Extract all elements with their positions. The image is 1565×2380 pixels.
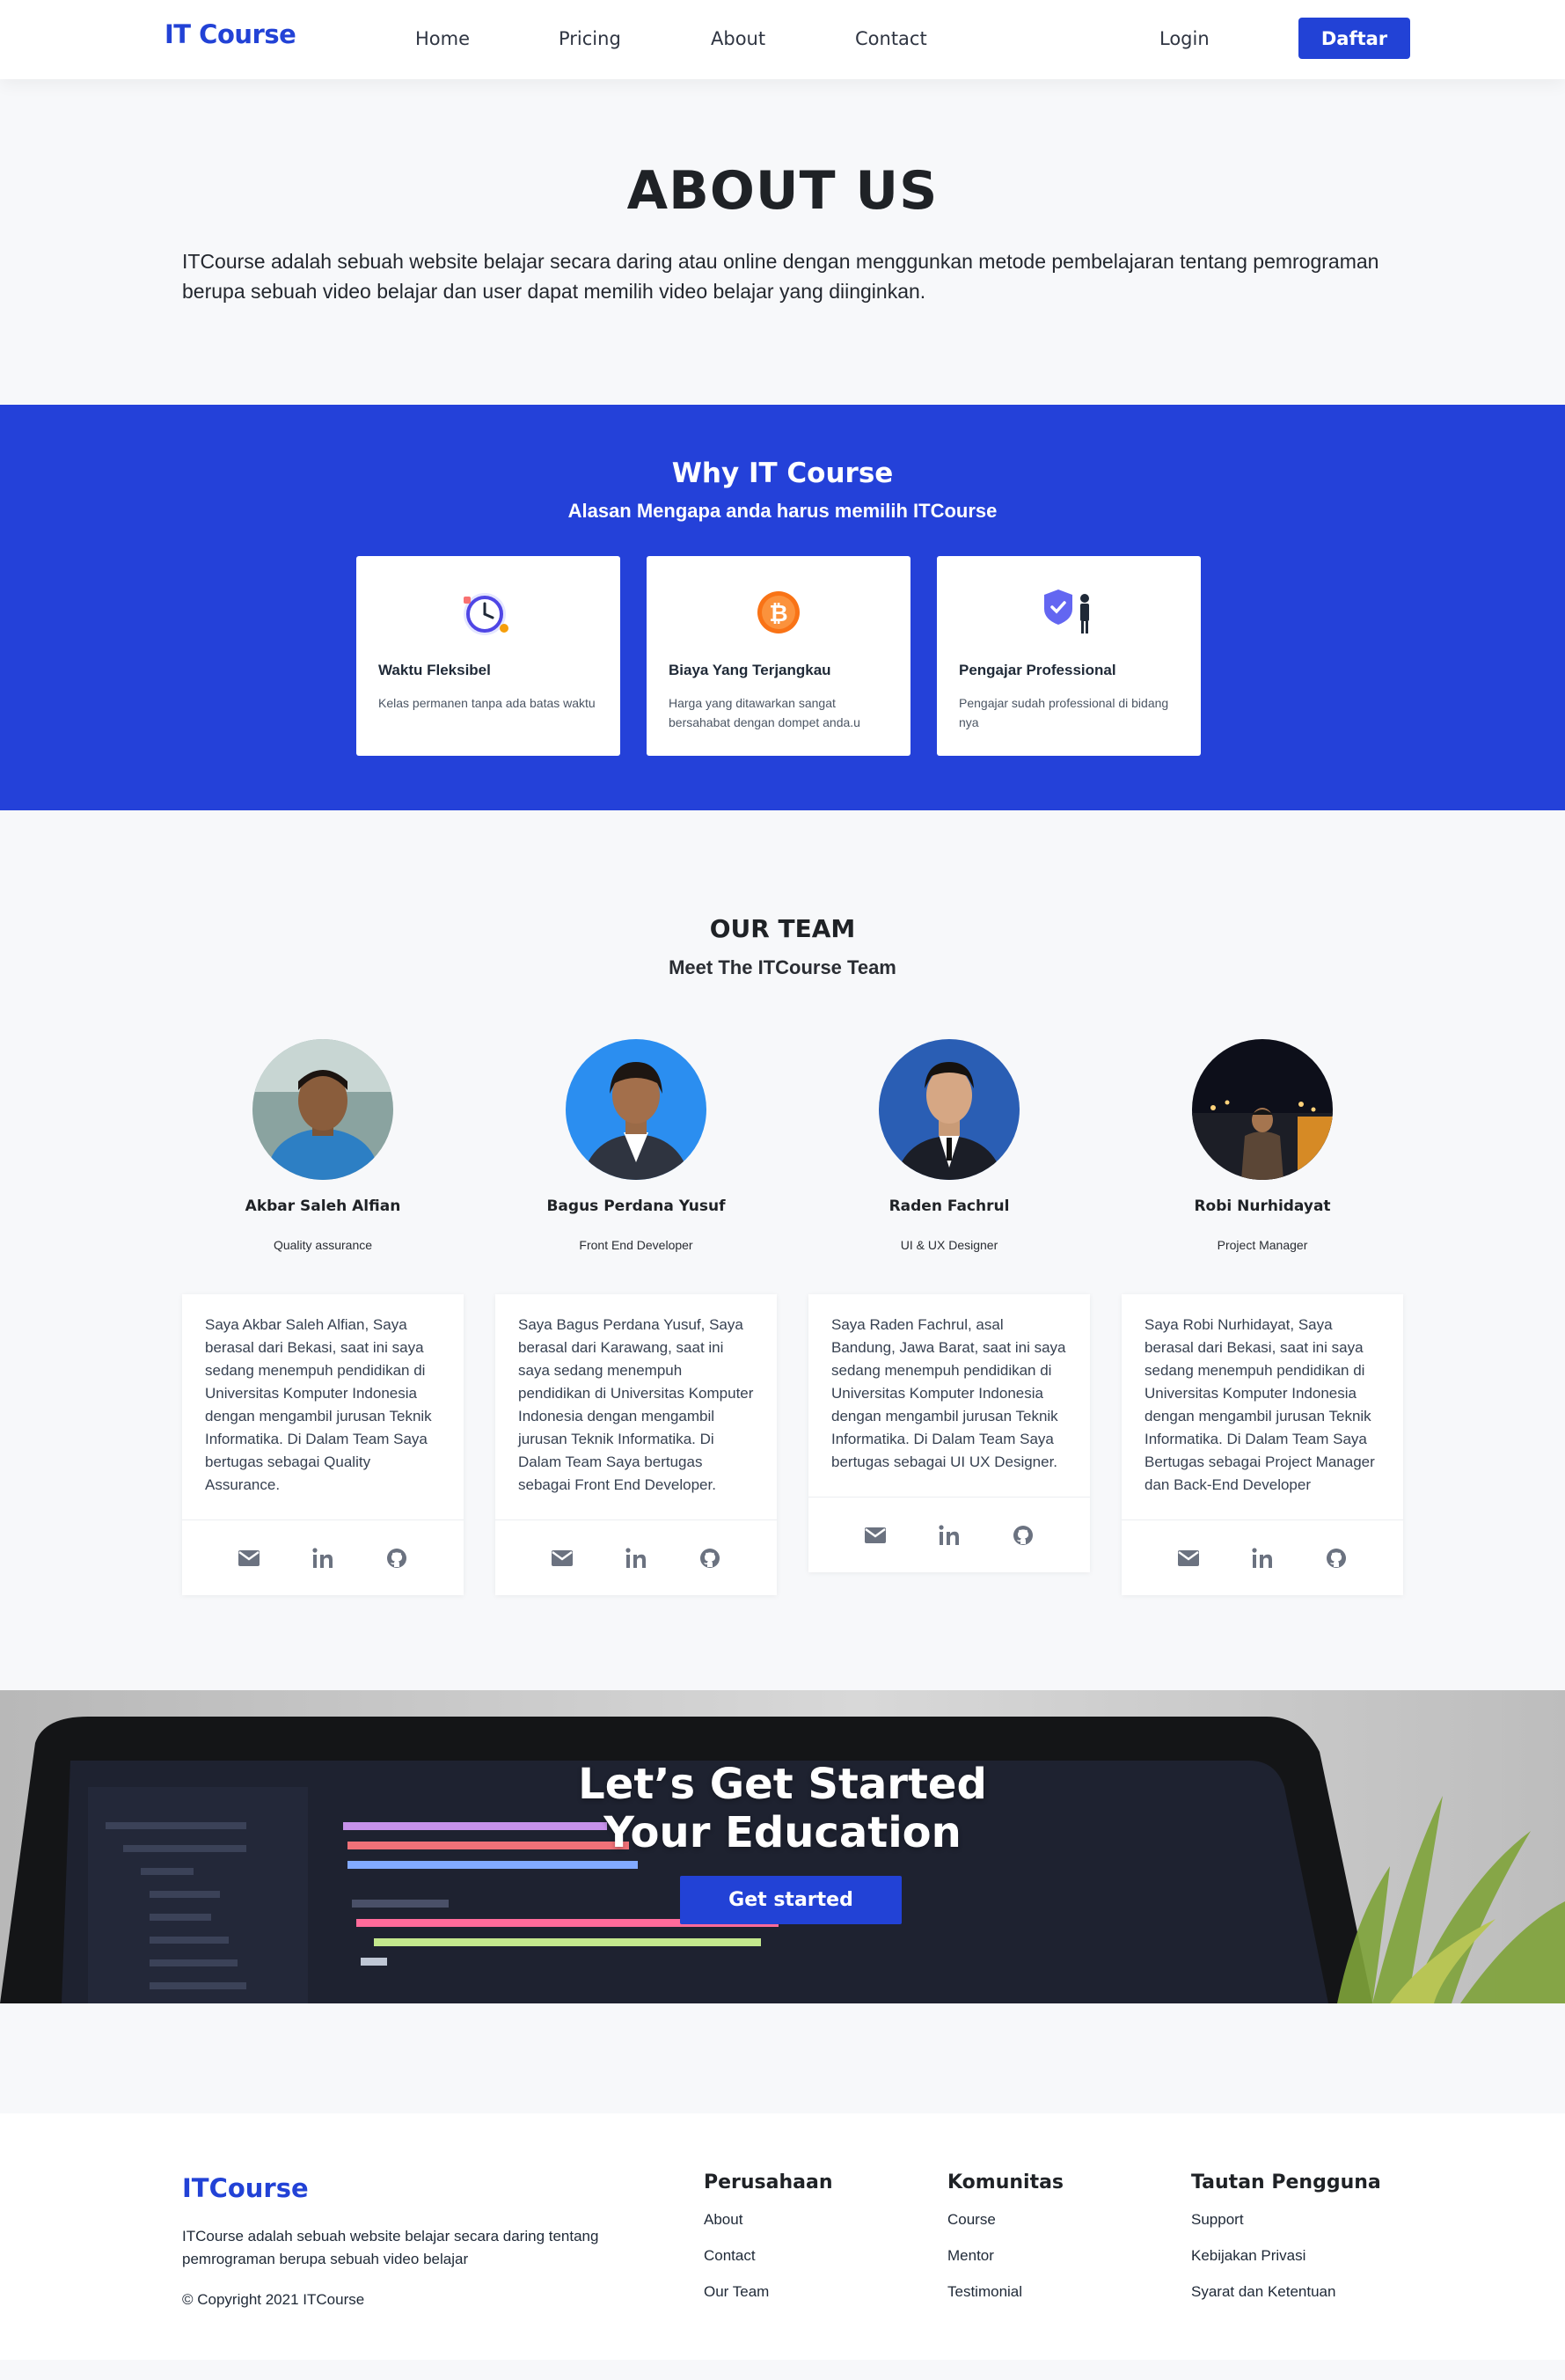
shield-person-icon	[1044, 590, 1089, 633]
footer-copyright: © Copyright 2021 ITCourse	[182, 2291, 365, 2308]
footer-link-course[interactable]: Course	[947, 2211, 1064, 2229]
team-title: OUR TEAM	[709, 914, 856, 943]
member-bio: Saya Akbar Saleh Alfian, Saya berasal da…	[182, 1294, 464, 1520]
member-card: Saya Raden Fachrul, asal Bandung, Jawa B…	[808, 1294, 1090, 1572]
feature-card: Waktu Fleksibel Kelas permanen tanpa ada…	[356, 556, 620, 756]
footer-column-perusahaan: Perusahaan About Contact Our Team	[704, 2171, 833, 2319]
github-icon[interactable]	[698, 1547, 722, 1570]
login-link[interactable]: Login	[1159, 28, 1210, 49]
avatar	[252, 1039, 393, 1180]
nav-about[interactable]: About	[711, 28, 765, 49]
social-links	[495, 1520, 777, 1595]
get-started-button[interactable]: Get started	[680, 1876, 902, 1924]
linkedin-icon[interactable]	[624, 1547, 648, 1570]
feature-title: Waktu Fleksibel	[378, 662, 491, 678]
member-bio: Saya Raden Fachrul, asal Bandung, Jawa B…	[808, 1294, 1090, 1498]
mail-icon[interactable]	[550, 1547, 574, 1570]
avatar	[879, 1039, 1020, 1180]
footer-desc: ITCourse adalah sebuah website belajar s…	[182, 2228, 599, 2267]
social-links	[808, 1498, 1090, 1572]
member-role: Front End Developer	[579, 1238, 693, 1252]
footer-link-our-team[interactable]: Our Team	[704, 2283, 833, 2301]
footer-link-terms[interactable]: Syarat dan Ketentuan	[1191, 2283, 1381, 2301]
nav-pricing[interactable]: Pricing	[559, 28, 621, 49]
footer-column-komunitas: Komunitas Course Mentor Testimonial	[947, 2171, 1064, 2319]
github-icon[interactable]	[1324, 1547, 1349, 1570]
feature-card: Pengajar Professional Pengajar sudah pro…	[937, 556, 1201, 756]
social-links	[182, 1520, 464, 1595]
footer-link-support[interactable]: Support	[1191, 2211, 1381, 2229]
footer-column-title: Komunitas	[947, 2171, 1064, 2193]
why-section: Why IT Course Alasan Mengapa anda harus …	[0, 405, 1565, 810]
mail-icon[interactable]	[237, 1547, 261, 1570]
footer-column-title: Tautan Pengguna	[1191, 2171, 1381, 2193]
footer: ITCourse ITCourse adalah sebuah website …	[0, 2113, 1565, 2360]
why-title: Why IT Course	[671, 458, 894, 489]
linkedin-icon[interactable]	[1250, 1547, 1275, 1570]
member-role: Project Manager	[1217, 1238, 1308, 1252]
social-links	[1122, 1520, 1403, 1595]
about-section: ABOUT US ITCourse adalah sebuah website …	[0, 79, 1565, 405]
member-card: Saya Akbar Saleh Alfian, Saya berasal da…	[182, 1294, 464, 1595]
mail-icon[interactable]	[863, 1524, 888, 1547]
member-name: Akbar Saleh Alfian	[245, 1197, 401, 1215]
cta-title: Let’s Get Started Your Education	[0, 1761, 1565, 1857]
why-subtitle: Alasan Mengapa anda harus memilih ITCour…	[567, 500, 998, 522]
member-name: Raden Fachrul	[889, 1197, 1010, 1215]
feature-desc: Kelas permanen tanpa ada batas waktu	[378, 696, 596, 710]
team-subtitle: Meet The ITCourse Team	[669, 956, 896, 978]
member-name: Bagus Perdana Yusuf	[546, 1197, 726, 1215]
about-text: ITCourse adalah sebuah website belajar s…	[182, 250, 1379, 303]
feature-desc: Harga yang ditawarkan sangat bersahabat …	[669, 696, 860, 729]
feature-desc: Pengajar sudah professional di bidang ny…	[959, 696, 1169, 729]
mail-icon[interactable]	[1176, 1547, 1201, 1570]
svg-text:₿: ₿	[769, 601, 787, 627]
feature-title: Biaya Yang Terjangkau	[669, 662, 831, 678]
member-card: Saya Bagus Perdana Yusuf, Saya berasal d…	[495, 1294, 777, 1595]
member-role: UI & UX Designer	[900, 1238, 998, 1252]
member-role: Quality assurance	[273, 1238, 373, 1252]
footer-link-privacy[interactable]: Kebijakan Privasi	[1191, 2247, 1381, 2265]
clock-icon	[464, 593, 508, 635]
linkedin-icon[interactable]	[937, 1524, 962, 1547]
footer-link-about[interactable]: About	[704, 2211, 833, 2229]
footer-column-tautan-pengguna: Tautan Pengguna Support Kebijakan Privas…	[1191, 2171, 1381, 2319]
footer-link-contact[interactable]: Contact	[704, 2247, 833, 2265]
member-card: Saya Robi Nurhidayat, Saya berasal dari …	[1122, 1294, 1403, 1595]
navbar: IT Course Home Pricing About Contact Log…	[0, 0, 1565, 79]
feature-card: ₿ Biaya Yang Terjangkau Harga yang ditaw…	[647, 556, 910, 756]
member-bio: Saya Robi Nurhidayat, Saya berasal dari …	[1122, 1294, 1403, 1520]
nav-home[interactable]: Home	[415, 28, 470, 49]
member-bio: Saya Bagus Perdana Yusuf, Saya berasal d…	[495, 1294, 777, 1520]
avatar	[1192, 1039, 1333, 1180]
footer-link-testimonial[interactable]: Testimonial	[947, 2283, 1064, 2301]
footer-link-mentor[interactable]: Mentor	[947, 2247, 1064, 2265]
cta-title-line2: Your Education	[603, 1808, 962, 1857]
footer-column-title: Perusahaan	[704, 2171, 833, 2193]
register-button[interactable]: Daftar	[1298, 18, 1410, 59]
linkedin-icon[interactable]	[311, 1547, 335, 1570]
bitcoin-icon: ₿	[757, 591, 800, 633]
cta-banner: Let’s Get Started Your Education Get sta…	[0, 1690, 1565, 2003]
nav-contact[interactable]: Contact	[855, 28, 927, 49]
github-icon[interactable]	[1011, 1524, 1035, 1547]
team-section: OUR TEAM Meet The ITCourse Team Akbar Sa…	[0, 810, 1565, 1690]
brand-logo[interactable]: IT Course	[165, 19, 296, 49]
about-title: ABOUT US	[626, 160, 939, 222]
feature-title: Pengajar Professional	[959, 662, 1116, 678]
footer-brand[interactable]: ITCourse	[182, 2173, 309, 2203]
member-name: Robi Nurhidayat	[1194, 1197, 1331, 1215]
github-icon[interactable]	[384, 1547, 409, 1570]
cta-title-line1: Let’s Get Started	[578, 1760, 987, 1809]
avatar	[566, 1039, 706, 1180]
